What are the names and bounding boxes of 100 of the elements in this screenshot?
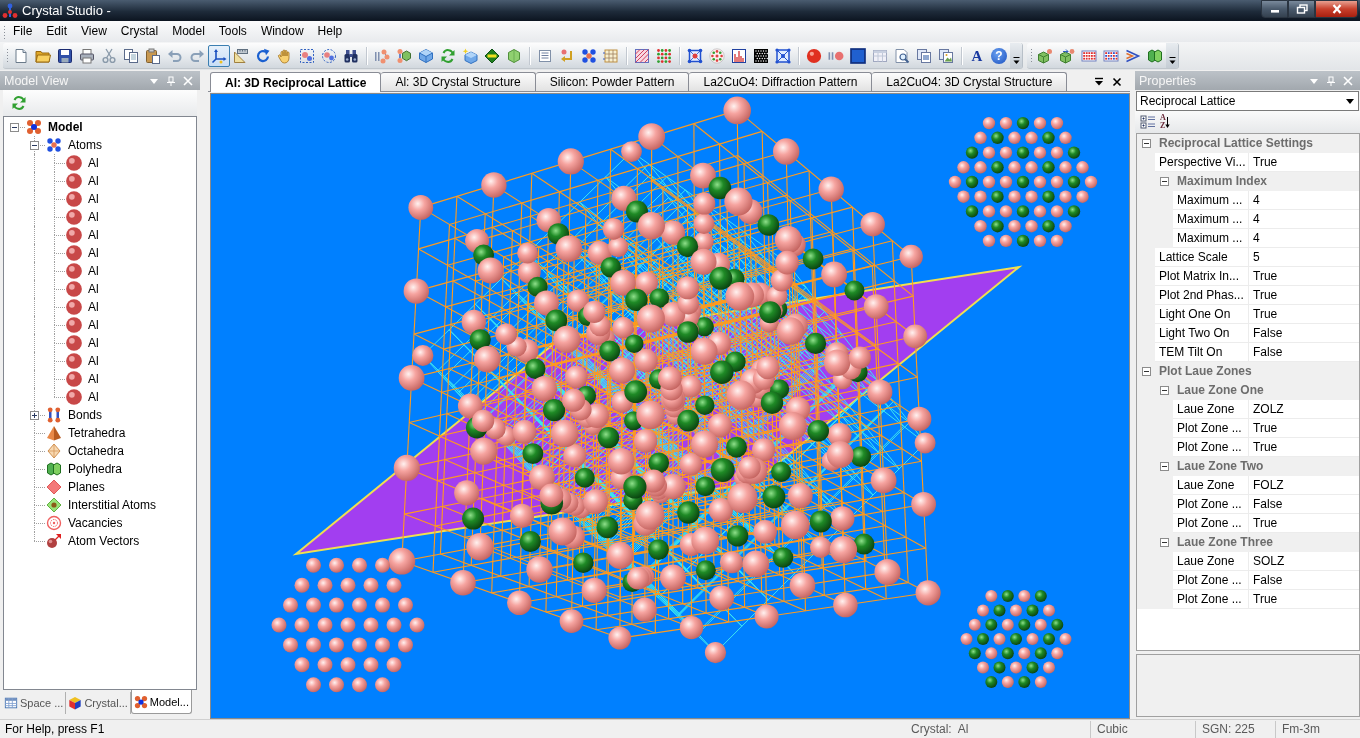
tree-item[interactable]: Al <box>86 192 101 206</box>
colored-cube-icon <box>68 696 83 710</box>
sort-button[interactable]: AZ <box>1160 113 1170 131</box>
minus-box-icon[interactable] <box>1159 177 1169 186</box>
property-value[interactable]: FOLZ <box>1249 476 1359 495</box>
category-row[interactable]: Plot Laue Zones <box>1137 362 1359 381</box>
molecule-icon <box>133 694 148 709</box>
property-value[interactable]: False <box>1249 324 1359 343</box>
category-row[interactable]: Laue Zone Three <box>1137 533 1359 552</box>
category-row[interactable]: Maximum Index <box>1137 172 1359 191</box>
scissors-icon <box>101 47 117 64</box>
category-row[interactable]: Laue Zone Two <box>1137 457 1359 476</box>
category-row[interactable]: Laue Zone One <box>1137 381 1359 400</box>
refresh-icon[interactable] <box>11 95 27 111</box>
tree-item[interactable]: Planes <box>66 480 107 494</box>
tree-item[interactable]: Al <box>86 318 101 332</box>
dot-pattern-icon <box>753 47 769 64</box>
tree-item[interactable]: Al <box>86 156 101 170</box>
category-row[interactable]: Reciprocal Lattice Settings <box>1137 134 1359 153</box>
restore-button[interactable] <box>1288 0 1315 18</box>
minus-box-icon[interactable] <box>1141 139 1151 148</box>
panel-tab[interactable]: Crystal... <box>66 692 131 714</box>
tree-item[interactable]: Atom Vectors <box>66 534 142 548</box>
object-dropdown[interactable]: Reciprocal Lattice <box>1136 91 1359 111</box>
tree-item[interactable]: Al <box>86 210 101 224</box>
tree-item[interactable]: Atoms <box>66 138 104 152</box>
property-value[interactable]: True <box>1249 419 1359 438</box>
menu-item[interactable]: Crystal <box>113 22 166 41</box>
minimize-button[interactable] <box>1261 0 1288 18</box>
dropdown-arrow-icon[interactable] <box>1094 77 1104 87</box>
document-tab[interactable]: Al: 3D Reciprocal Lattice <box>210 72 382 92</box>
menu-item[interactable]: Tools <box>211 22 254 41</box>
property-value[interactable]: SOLZ <box>1249 552 1359 571</box>
property-value[interactable]: True <box>1249 286 1359 305</box>
tree-item[interactable]: Polyhedra <box>66 462 125 476</box>
categorized-button[interactable] <box>1140 113 1156 131</box>
minus-box-icon[interactable] <box>1141 367 1151 376</box>
property-value[interactable]: True <box>1249 305 1359 324</box>
property-value[interactable]: 4 <box>1249 210 1359 229</box>
grip-handle[interactable] <box>3 24 6 39</box>
tree-item[interactable]: Bonds <box>66 408 105 422</box>
tree-item[interactable]: Al <box>86 354 101 368</box>
property-value[interactable]: ZOLZ <box>1249 400 1359 419</box>
category-label: Reciprocal Lattice Settings <box>1158 135 1314 152</box>
property-value[interactable]: True <box>1249 590 1359 609</box>
tree-item[interactable]: Al <box>86 390 101 404</box>
property-value[interactable]: 4 <box>1249 229 1359 248</box>
menu-item[interactable]: Help <box>310 22 350 41</box>
table-icon <box>4 696 18 710</box>
sphere-icon <box>66 317 82 333</box>
tree-item[interactable]: Al <box>86 264 101 278</box>
document-tab[interactable]: Al: 3D Crystal Structure <box>381 72 536 91</box>
sphere-icon <box>66 299 82 315</box>
tree-item[interactable]: Al <box>86 372 101 386</box>
tree-item[interactable]: Al <box>86 246 101 260</box>
minus-box-icon[interactable] <box>30 141 39 150</box>
checker-table-icon <box>1103 47 1119 64</box>
property-value[interactable]: False <box>1249 495 1359 514</box>
window-title: Crystal Studio - <box>22 3 111 18</box>
property-value[interactable]: 4 <box>1249 191 1359 210</box>
property-name: Laue Zone <box>1173 400 1249 419</box>
close-icon[interactable] <box>1112 77 1122 87</box>
tree-item[interactable]: Interstitial Atoms <box>66 498 159 512</box>
menu-item[interactable]: Edit <box>39 22 75 41</box>
minus-box-icon[interactable] <box>1159 462 1169 471</box>
bent-arrow-icon <box>559 47 575 64</box>
dot-ring-icon <box>709 47 725 64</box>
property-value[interactable]: False <box>1249 571 1359 590</box>
property-value[interactable]: 5 <box>1249 248 1359 267</box>
tree-item[interactable]: Octahedra <box>66 444 127 458</box>
minus-box-icon[interactable] <box>1159 386 1169 395</box>
property-name: Light Two On <box>1155 324 1249 343</box>
minus-box-icon[interactable] <box>10 123 19 132</box>
close-button[interactable] <box>1315 0 1358 18</box>
property-value[interactable]: True <box>1249 267 1359 286</box>
plus-box-icon[interactable] <box>30 411 39 420</box>
tree-item[interactable]: Al <box>86 282 101 296</box>
panel-tab[interactable]: Model... <box>130 690 192 714</box>
list-icon <box>537 47 553 64</box>
menu-item[interactable]: Model <box>165 22 212 41</box>
overflow-button[interactable] <box>1010 43 1022 68</box>
document-tab[interactable]: La2CuO4: 3D Crystal Structure <box>872 72 1068 91</box>
tree-item[interactable]: Al <box>86 174 101 188</box>
menu-item[interactable]: Window <box>253 22 311 41</box>
tree-item[interactable]: Model <box>46 120 85 134</box>
menu-item[interactable]: File <box>6 22 40 41</box>
minus-box-icon[interactable] <box>1159 538 1169 547</box>
menu-item[interactable]: View <box>74 22 114 41</box>
refresh-icon <box>440 47 456 64</box>
document-tab[interactable]: La2CuO4: Diffraction Pattern <box>689 72 873 91</box>
sphere-icon <box>66 173 82 189</box>
panel-tab[interactable]: Space ... <box>2 692 67 714</box>
tree-item[interactable]: Tetrahedra <box>66 426 128 440</box>
document-tab[interactable]: Silicon: Powder Pattern <box>535 72 690 91</box>
tree-item[interactable]: Al <box>86 228 101 242</box>
tree-item[interactable]: Vacancies <box>66 516 125 530</box>
font-button[interactable]: A <box>966 44 988 67</box>
tree-item[interactable]: Al <box>86 336 101 350</box>
tree-item[interactable]: Al <box>86 300 101 314</box>
overflow-button[interactable] <box>1166 43 1178 68</box>
